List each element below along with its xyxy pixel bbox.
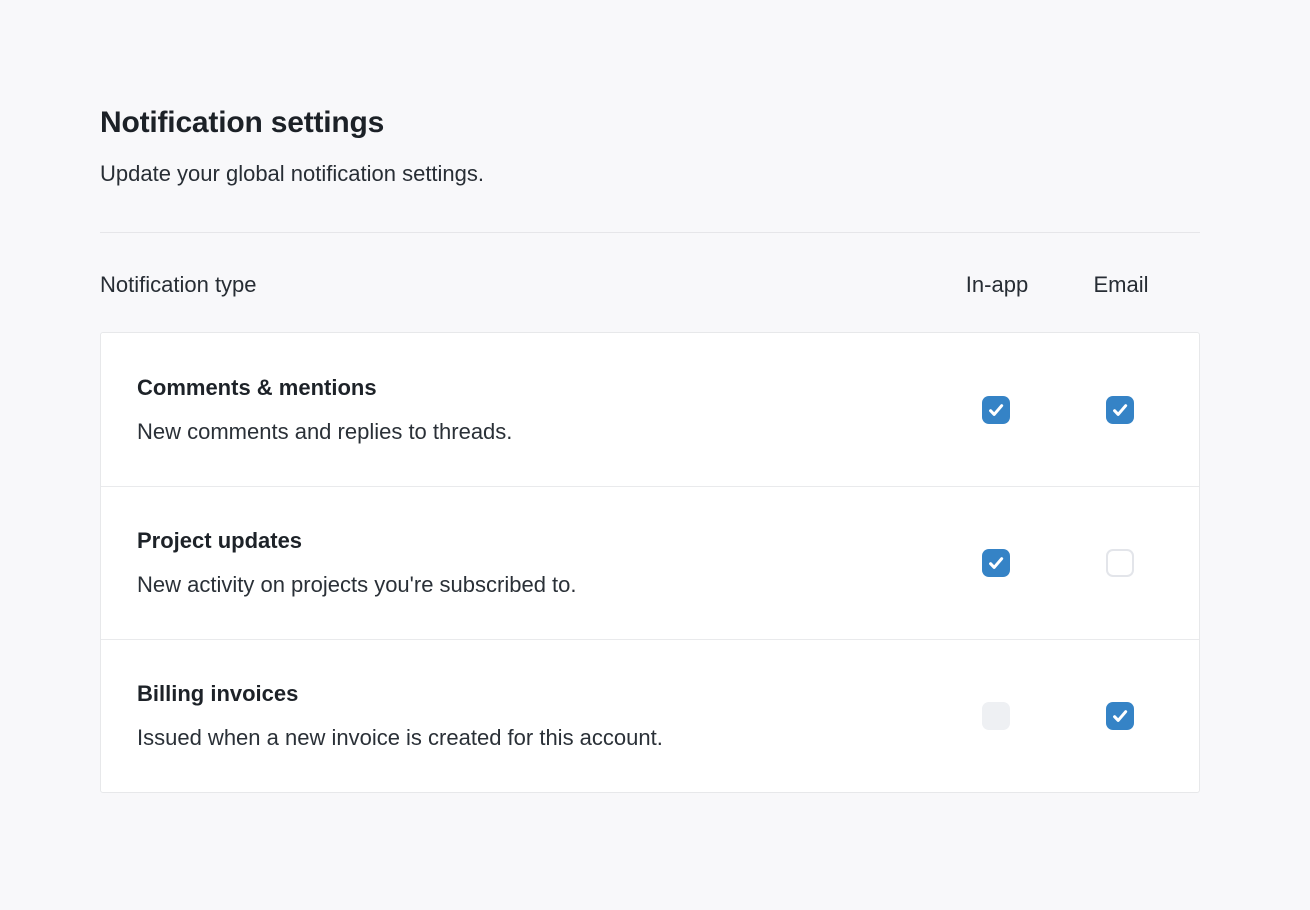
toggle-column-headers: In-app Email: [942, 271, 1200, 299]
row-description: New comments and replies to threads.: [137, 417, 921, 447]
email-cell: [1065, 396, 1175, 424]
row-text: Billing invoices Issued when a new invoi…: [101, 679, 941, 753]
notification-settings-card: Comments & mentions New comments and rep…: [100, 332, 1200, 793]
row-toggles: [941, 702, 1199, 730]
notification-type-column-header: Notification type: [100, 271, 257, 299]
table-header-row: Notification type In-app Email: [100, 271, 1200, 299]
inapp-column-header: In-app: [942, 271, 1052, 299]
check-icon: [986, 400, 1006, 420]
row-text: Comments & mentions New comments and rep…: [101, 373, 941, 447]
checkbox-comments-email[interactable]: [1106, 396, 1134, 424]
section-divider: [100, 232, 1200, 233]
row-toggles: [941, 549, 1199, 577]
inapp-cell: [941, 702, 1051, 730]
page-subtitle: Update your global notification settings…: [100, 158, 1200, 190]
row-toggles: [941, 396, 1199, 424]
row-description: Issued when a new invoice is created for…: [137, 723, 921, 753]
check-icon: [1110, 400, 1130, 420]
checkbox-projects-email[interactable]: [1106, 549, 1134, 577]
inapp-cell: [941, 549, 1051, 577]
checkbox-billing-email[interactable]: [1106, 702, 1134, 730]
notification-settings-page: Notification settings Update your global…: [100, 0, 1200, 793]
row-title: Comments & mentions: [137, 373, 921, 403]
checkbox-comments-inapp[interactable]: [982, 396, 1010, 424]
checkbox-billing-inapp: [982, 702, 1010, 730]
email-column-header: Email: [1066, 271, 1176, 299]
email-cell: [1065, 549, 1175, 577]
row-comments-mentions: Comments & mentions New comments and rep…: [101, 333, 1199, 486]
check-icon: [986, 553, 1006, 573]
row-title: Project updates: [137, 526, 921, 556]
inapp-cell: [941, 396, 1051, 424]
email-cell: [1065, 702, 1175, 730]
check-icon: [1110, 706, 1130, 726]
checkbox-projects-inapp[interactable]: [982, 549, 1010, 577]
row-text: Project updates New activity on projects…: [101, 526, 941, 600]
row-title: Billing invoices: [137, 679, 921, 709]
row-project-updates: Project updates New activity on projects…: [101, 486, 1199, 639]
row-description: New activity on projects you're subscrib…: [137, 570, 921, 600]
page-title: Notification settings: [100, 104, 1200, 142]
row-billing-invoices: Billing invoices Issued when a new invoi…: [101, 639, 1199, 792]
